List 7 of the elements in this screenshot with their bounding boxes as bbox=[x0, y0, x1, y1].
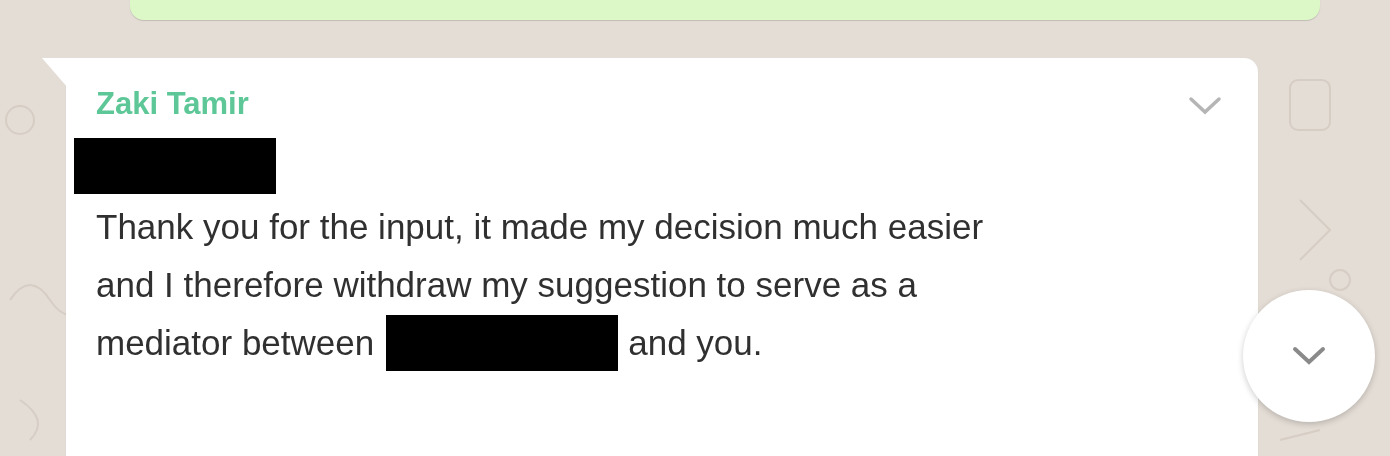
message-text: Thank you for the input, it made my decision much easier bbox=[96, 207, 984, 246]
chevron-down-icon[interactable] bbox=[1188, 96, 1222, 116]
message-text: and I therefore withdraw my suggestion to serve as a bbox=[96, 265, 917, 304]
message-text: and you. bbox=[628, 322, 763, 364]
message-text: mediator between bbox=[96, 322, 375, 364]
sender-name: Zaki Tamir bbox=[96, 86, 249, 122]
chevron-down-icon bbox=[1291, 345, 1327, 367]
